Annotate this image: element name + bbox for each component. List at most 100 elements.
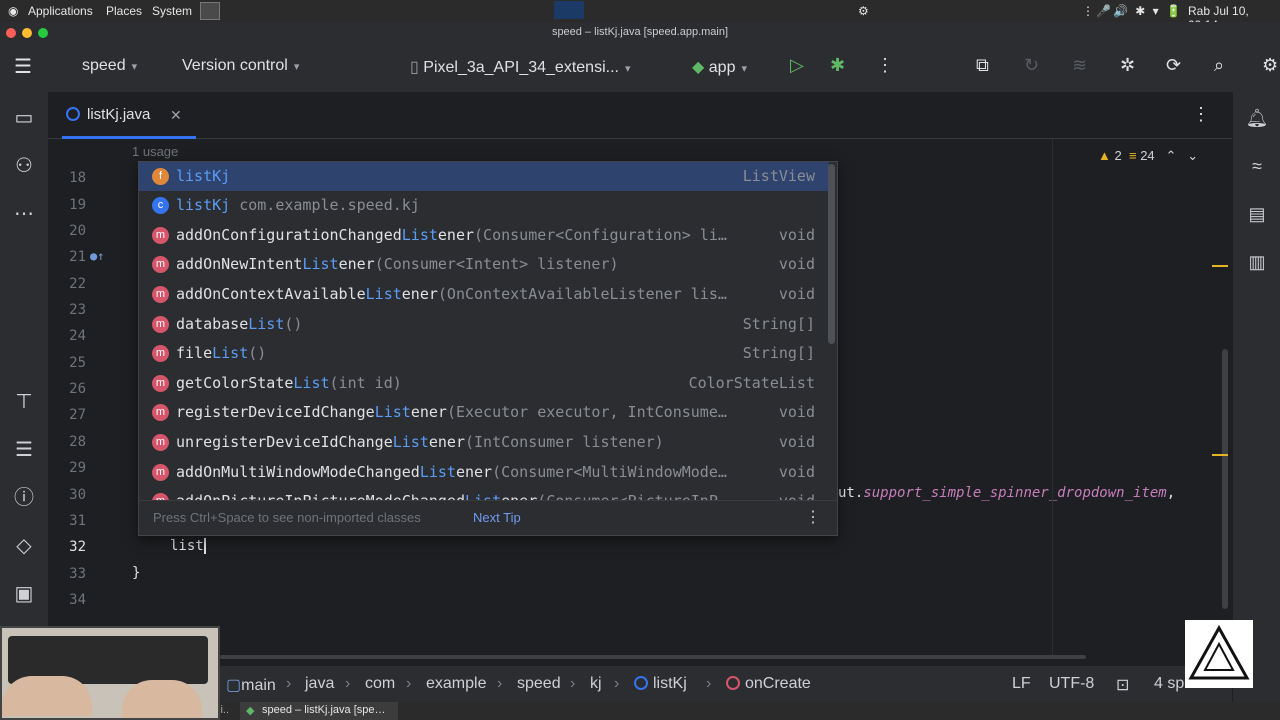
encoding-indicator[interactable]: UTF-8: [1049, 675, 1094, 693]
line-number: 19: [69, 197, 86, 213]
terminal-launcher-icon[interactable]: [200, 2, 220, 20]
maximize-window-button[interactable]: [38, 28, 48, 38]
completion-item[interactable]: c listKj com.example.speed.kj: [139, 191, 829, 220]
terminal-icon[interactable]: ▣: [12, 582, 36, 606]
completion-hint: Press Ctrl+Space to see non-imported cla…: [153, 510, 421, 525]
more-actions-icon[interactable]: ⋮: [876, 55, 894, 76]
completion-item[interactable]: m addOnNewIntentListener(Consumer<Intent…: [139, 250, 829, 279]
taskbar-window-button[interactable]: ◆ speed – listKj.java [spe…: [240, 702, 398, 720]
problems-icon[interactable]: ⓘ: [12, 486, 36, 510]
close-tab-icon[interactable]: ✕: [170, 92, 182, 138]
tab-options-icon[interactable]: ⋮: [1192, 104, 1210, 125]
breadcrumb-module[interactable]: ▢main: [226, 675, 276, 695]
places-menu[interactable]: Places: [106, 4, 142, 18]
completion-item-type: String[]: [742, 315, 815, 333]
completion-item-name: registerDeviceIdChangeListener(Executor …: [176, 398, 727, 427]
tray-icons[interactable]: ⋮🎤🔊 ✱ ▾ 🔋: [1082, 4, 1183, 18]
vcs-menu[interactable]: Version control ▾: [182, 57, 299, 75]
running-devices-icon[interactable]: ▥: [1245, 250, 1269, 274]
next-tip-link[interactable]: Next Tip: [473, 501, 521, 535]
hand-image: [2, 676, 92, 716]
debug-icon[interactable]: ✱: [830, 55, 845, 76]
channel-logo: [1185, 620, 1253, 688]
main-menu-icon[interactable]: ☰: [14, 54, 32, 79]
completion-item[interactable]: m getColorStateList(int id) ColorStateLi…: [139, 369, 829, 398]
gradle-icon[interactable]: ≈: [1245, 154, 1269, 178]
apply-code-changes-icon[interactable]: ≋: [1072, 55, 1087, 76]
readonly-toggle-icon[interactable]: ⊡: [1116, 675, 1129, 695]
device-manager-icon[interactable]: ⧉: [976, 55, 989, 76]
vcs-label: Version control: [182, 57, 288, 74]
breadcrumb-item[interactable]: speed: [517, 675, 561, 693]
breadcrumb-method[interactable]: onCreate: [726, 675, 811, 693]
applications-menu[interactable]: Applications: [28, 4, 93, 18]
completion-options-icon[interactable]: ⋮: [805, 501, 821, 535]
device-explorer-icon[interactable]: ▤: [1245, 202, 1269, 226]
item-params: (IntConsumer listener): [465, 433, 664, 451]
breadcrumb-item[interactable]: kj: [590, 675, 602, 693]
breadcrumb-separator: ›: [497, 675, 503, 692]
app-quality-icon[interactable]: ◇: [12, 534, 36, 558]
completion-item[interactable]: m addOnConfigurationChangedListener(Cons…: [139, 221, 829, 250]
sync-gradle-icon[interactable]: ⟳: [1166, 55, 1181, 76]
tab-listkj-java[interactable]: listKj.java ✕: [62, 92, 196, 139]
override-marker-icon[interactable]: ●↑: [90, 249, 104, 263]
distro-logo-icon[interactable]: ◉: [8, 4, 18, 18]
notifications-bell-icon[interactable]: 🔔︎: [1245, 106, 1269, 130]
next-highlight-icon[interactable]: ⌄: [1187, 148, 1198, 163]
usage-hint[interactable]: 1 usage: [132, 144, 178, 159]
completion-item-name: addOnNewIntentListener(Consumer<Intent> …: [176, 250, 619, 279]
run-icon[interactable]: ▷: [790, 55, 804, 76]
inspection-widget[interactable]: ▲ 2 ≡ 24 ⌃ ⌄: [1098, 148, 1198, 164]
system-menu[interactable]: System: [152, 4, 192, 18]
completion-item[interactable]: m fileList() String[]: [139, 339, 829, 368]
warning-icon: ▲: [1098, 148, 1111, 163]
minimize-window-button[interactable]: [22, 28, 32, 38]
resource-manager-icon[interactable]: ⚇: [12, 154, 36, 178]
completion-scrollbar[interactable]: [828, 164, 835, 344]
attach-debugger-icon[interactable]: ✲: [1120, 55, 1135, 76]
breadcrumb-item[interactable]: java: [305, 675, 334, 693]
previous-highlight-icon[interactable]: ⌃: [1166, 148, 1177, 163]
method-icon: m: [152, 404, 169, 421]
line-number: 25: [69, 355, 86, 371]
breadcrumb-class[interactable]: listKj: [634, 675, 687, 693]
project-folder-icon[interactable]: ▭: [12, 106, 36, 130]
breadcrumb-item[interactable]: com: [365, 675, 395, 693]
line-separator-indicator[interactable]: LF: [1012, 675, 1031, 693]
settings-icon[interactable]: ⚙: [1262, 55, 1278, 76]
settings-tray-icon[interactable]: ⚙: [858, 4, 869, 18]
project-switcher[interactable]: speed ▾: [82, 57, 137, 75]
completion-item[interactable]: m registerDeviceIdChangeListener(Executo…: [139, 398, 829, 427]
completion-item-type: void: [778, 403, 815, 421]
warning-stripe-marker[interactable]: [1212, 265, 1228, 267]
run-config-selector[interactable]: ◆ app ▾: [692, 57, 747, 77]
line-number: 23: [69, 302, 86, 318]
code-completion-popup: f listKj ListView c listKj com.example.s…: [138, 161, 838, 536]
vertical-scrollbar[interactable]: [1222, 349, 1228, 609]
window-title: speed – listKj.java [speed.app.main]: [551, 26, 729, 38]
completion-item[interactable]: f listKj ListView: [139, 162, 829, 191]
completion-item-type: void: [778, 226, 815, 244]
device-selector[interactable]: ▯ Pixel_3a_API_34_extensi... ▾: [410, 57, 630, 77]
more-tools-icon[interactable]: ⋯: [12, 202, 36, 226]
search-icon[interactable]: ⌕: [1214, 55, 1224, 76]
name-match: List: [392, 433, 429, 451]
warning-stripe-marker[interactable]: [1212, 454, 1228, 456]
completion-item[interactable]: m addOnContextAvailableListener(OnContex…: [139, 280, 829, 309]
completion-item[interactable]: m addOnMultiWindowModeChangedListener(Co…: [139, 458, 829, 487]
horizontal-scrollbar[interactable]: [220, 655, 1086, 659]
breadcrumb-item[interactable]: example: [426, 675, 486, 693]
item-params: (Consumer<MultiWindowMode…: [492, 463, 727, 481]
code-line-33: }: [132, 565, 141, 581]
warning-count: 2: [1114, 148, 1122, 163]
line-number: 27: [69, 407, 86, 423]
build-hammer-icon[interactable]: ⊤: [12, 390, 36, 414]
completion-item[interactable]: m unregisterDeviceIdChangeListener(IntCo…: [139, 428, 829, 457]
apply-changes-icon[interactable]: ↻: [1024, 55, 1039, 76]
logcat-icon[interactable]: ☰: [12, 438, 36, 462]
name-part: registerDeviceIdChange: [176, 403, 375, 421]
close-window-button[interactable]: [6, 28, 16, 38]
completion-item[interactable]: m databaseList() String[]: [139, 310, 829, 339]
android-studio-icon: ◆: [246, 705, 255, 717]
